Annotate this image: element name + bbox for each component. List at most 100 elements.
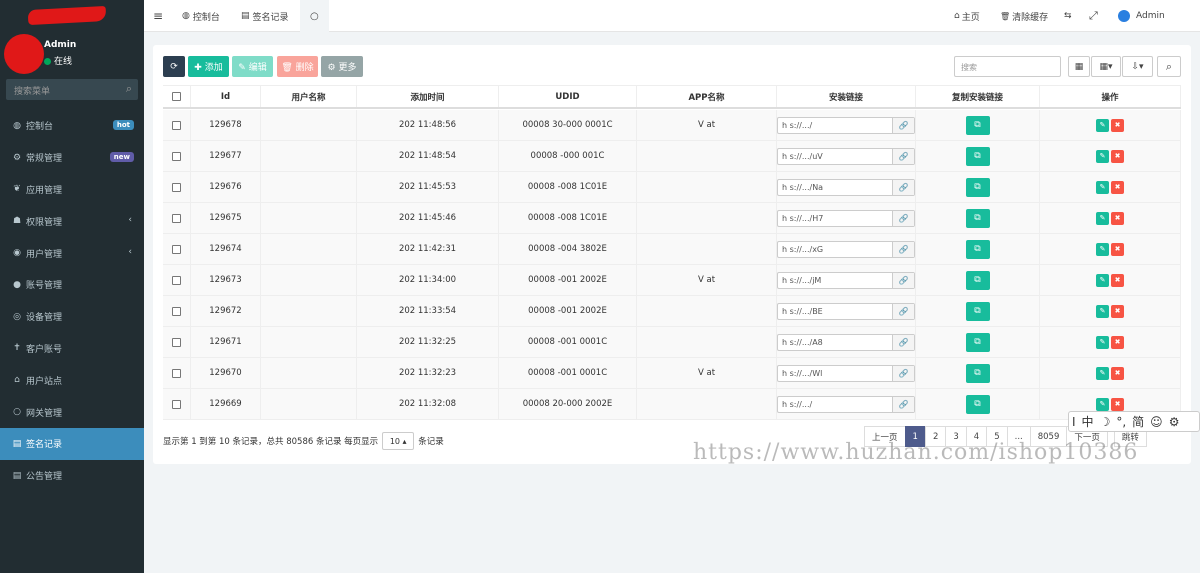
ime-item[interactable]: °, <box>1116 415 1126 429</box>
checkbox[interactable] <box>172 337 181 347</box>
delete-icon[interactable]: ✖ <box>1111 273 1124 287</box>
checkbox[interactable] <box>172 213 181 223</box>
delete-icon[interactable]: ✖ <box>1111 149 1124 163</box>
edit-icon[interactable]: ✎ <box>1096 180 1109 194</box>
checkbox[interactable] <box>172 120 181 130</box>
edit-icon[interactable]: ✎ <box>1096 304 1109 318</box>
clear-cache-button[interactable]: 🗑 清除缓存 <box>1000 0 1048 32</box>
ime-item[interactable]: 中 <box>1082 413 1094 430</box>
checkbox[interactable] <box>172 92 181 101</box>
checkbox[interactable] <box>172 244 181 254</box>
link-icon[interactable]: 🔗 <box>892 303 914 319</box>
column-header[interactable]: APP名称 <box>637 86 777 107</box>
sidebar-item-8[interactable]: ⌂ 用户站点 <box>0 364 144 396</box>
install-link-field[interactable]: h s://.../🔗 <box>777 395 915 413</box>
column-header[interactable]: 安装链接 <box>777 86 916 107</box>
checkbox[interactable] <box>172 306 181 316</box>
link-icon[interactable]: 🔗 <box>892 334 914 350</box>
row-checkbox-cell[interactable] <box>163 358 191 388</box>
refresh-button[interactable]: ⟳ <box>163 56 185 77</box>
checkbox[interactable] <box>172 182 181 192</box>
ime-item[interactable]: ⚙ <box>1169 415 1180 429</box>
sidebar-item-5[interactable]: ● 账号管理 <box>0 269 144 301</box>
edit-icon[interactable]: ✎ <box>1096 273 1109 287</box>
edit-icon[interactable]: ✎ <box>1096 211 1109 225</box>
copy-icon[interactable]: ⧉ <box>965 332 990 352</box>
sidebar-item-2[interactable]: ❦ 应用管理 <box>0 174 144 206</box>
search-icon[interactable]: ⌕ <box>126 82 132 96</box>
language-icon[interactable]: ⇆ <box>1064 0 1072 32</box>
sidebar-item-4[interactable]: ◉ 用户管理 ‹ <box>0 237 144 269</box>
copy-icon[interactable]: ⧉ <box>965 115 990 135</box>
column-header[interactable]: 添加时间 <box>357 86 499 107</box>
edit-icon[interactable]: ✎ <box>1096 397 1109 411</box>
ime-toolbar[interactable]: I 中 ☽ °, 简 ☺ ⚙ <box>1068 411 1200 432</box>
edit-icon[interactable]: ✎ <box>1096 335 1109 349</box>
link-icon[interactable]: 🔗 <box>892 241 914 257</box>
link-icon[interactable]: 🔗 <box>892 396 914 412</box>
sidebar-item-0[interactable]: ◍ 控制台 hot <box>0 110 144 142</box>
column-header[interactable]: 复制安装链接 <box>916 86 1040 107</box>
checkbox[interactable] <box>172 399 181 409</box>
install-link-field[interactable]: h s://.../🔗 <box>777 116 915 134</box>
tab-sign-records[interactable]: ▤ 签名记录 <box>241 0 289 32</box>
fullscreen-icon[interactable]: ⤢ <box>1089 0 1098 32</box>
checkbox[interactable] <box>172 151 181 161</box>
edit-icon[interactable]: ✎ <box>1096 118 1109 132</box>
refresh-tab-icon[interactable]: ○ <box>300 0 329 32</box>
install-link-field[interactable]: h s://.../uV 🔗 <box>777 147 915 165</box>
columns-dropdown-icon[interactable]: ▦▾ <box>1091 56 1121 77</box>
row-checkbox-cell[interactable] <box>163 327 191 357</box>
ime-item[interactable]: I <box>1072 415 1076 429</box>
install-link-field[interactable]: h s://.../Na 🔗 <box>777 178 915 196</box>
ime-item[interactable]: ☽ <box>1100 415 1111 429</box>
checkbox[interactable] <box>172 275 181 285</box>
ime-item[interactable]: ☺ <box>1150 415 1163 429</box>
page-size-select[interactable]: 10 ▴ <box>382 432 415 450</box>
tab-dashboard[interactable]: ◍ 控制台 <box>182 0 220 32</box>
install-link-field[interactable]: h s://.../H7 🔗 <box>777 209 915 227</box>
menu-toggle-icon[interactable]: ≡ <box>153 0 163 32</box>
sidebar-item-7[interactable]: ✝ 客户账号 <box>0 333 144 365</box>
install-link-field[interactable]: h s://.../A8 🔗 <box>777 333 915 351</box>
more-button[interactable]: ⚙ 更多 <box>321 56 363 77</box>
copy-icon[interactable]: ⧉ <box>965 301 990 321</box>
sidebar-search-input[interactable]: 搜索菜单 ⌕ <box>6 79 138 100</box>
sidebar-item-1[interactable]: ⚙ 常规管理 new <box>0 142 144 174</box>
column-header[interactable]: 操作 <box>1040 86 1181 107</box>
row-checkbox-cell[interactable] <box>163 296 191 326</box>
column-header[interactable]: 用户名称 <box>261 86 357 107</box>
sidebar-item-10[interactable]: ▤ 签名记录 <box>0 427 144 460</box>
link-icon[interactable]: 🔗 <box>892 365 914 381</box>
row-checkbox-cell[interactable] <box>163 203 191 233</box>
delete-icon[interactable]: ✖ <box>1111 304 1124 318</box>
install-link-field[interactable]: h s://.../BE 🔗 <box>777 302 915 320</box>
install-link-field[interactable]: h s://.../Wl 🔗 <box>777 364 915 382</box>
link-icon[interactable]: 🔗 <box>892 117 914 133</box>
add-button[interactable]: ✚ 添加 <box>188 56 229 77</box>
row-checkbox-cell[interactable] <box>163 389 191 419</box>
copy-icon[interactable]: ⧉ <box>965 208 990 228</box>
edit-icon[interactable]: ✎ <box>1096 149 1109 163</box>
copy-icon[interactable]: ⧉ <box>965 394 990 414</box>
advanced-search-icon[interactable]: ⌕ <box>1157 56 1181 77</box>
column-header[interactable]: UDID <box>499 86 637 107</box>
row-checkbox-cell[interactable] <box>163 141 191 171</box>
delete-icon[interactable]: ✖ <box>1111 180 1124 194</box>
link-icon[interactable]: 🔗 <box>892 272 914 288</box>
copy-icon[interactable]: ⧉ <box>965 270 990 290</box>
home-link[interactable]: ⌂ 主页 <box>954 0 980 32</box>
copy-icon[interactable]: ⧉ <box>965 177 990 197</box>
link-icon[interactable]: 🔗 <box>892 148 914 164</box>
copy-icon[interactable]: ⧉ <box>965 239 990 259</box>
install-link-field[interactable]: h s://.../jM 🔗 <box>777 271 915 289</box>
copy-icon[interactable]: ⧉ <box>965 146 990 166</box>
sidebar-item-9[interactable]: ○ 网关管理 <box>0 396 144 428</box>
ime-item[interactable]: 简 <box>1132 413 1144 430</box>
edit-icon[interactable]: ✎ <box>1096 242 1109 256</box>
delete-icon[interactable]: ✖ <box>1111 211 1124 225</box>
link-icon[interactable]: 🔗 <box>892 179 914 195</box>
column-header[interactable]: Id <box>191 86 261 107</box>
table-search-input[interactable]: 搜索 <box>954 56 1061 77</box>
sidebar-item-6[interactable]: ◎ 设备管理 <box>0 301 144 333</box>
